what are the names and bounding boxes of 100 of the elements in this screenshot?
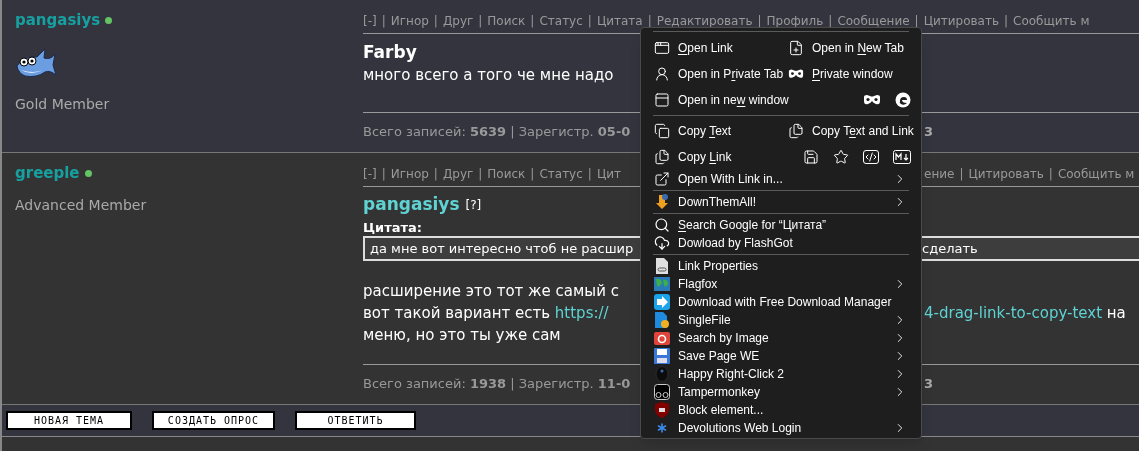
action-link[interactable]: Профиль [766, 13, 824, 28]
menu-item[interactable]: Search by Image [641, 329, 921, 347]
camera-icon [654, 330, 670, 346]
username[interactable]: greeple [15, 161, 80, 185]
download-icon [654, 294, 670, 310]
menu-item[interactable]: Devolutions Web Login [641, 419, 921, 437]
link-separator: | [828, 13, 833, 28]
post-text: 4-drag-link-to-copy-text на [924, 303, 1126, 322]
code-icon[interactable] [863, 150, 879, 164]
action-link[interactable]: ение [924, 166, 955, 181]
arrow-icon [654, 194, 670, 210]
menu-item[interactable]: Open in Private Tab [654, 63, 788, 85]
quote-label: Цитата: [363, 220, 422, 235]
new-tab-icon [788, 40, 804, 56]
link-separator: | [530, 166, 535, 181]
action-link[interactable]: [-] [363, 166, 377, 181]
action-link[interactable]: Сообщение [837, 13, 910, 28]
mask-icon [788, 69, 804, 79]
menu-item[interactable]: SingleFile [641, 311, 921, 329]
link-separator: | [433, 13, 438, 28]
action-link[interactable]: Цитировать [923, 13, 999, 28]
link-separator: | [1048, 166, 1053, 181]
copy-link-icon [788, 123, 804, 139]
menu-item[interactable]: Link Properties [641, 257, 921, 275]
menu-item[interactable]: Flagfox [641, 275, 921, 293]
link-separator: | [587, 13, 592, 28]
menu-item[interactable]: Save Page WE [641, 347, 921, 365]
link-separator: | [381, 13, 386, 28]
link-separator: | [530, 13, 535, 28]
post-link[interactable]: 4-drag-link-to-copy-text [924, 303, 1103, 322]
action-link[interactable]: Цитировать [968, 166, 1044, 181]
post-stats: 3 [924, 374, 934, 393]
link-separator: | [914, 13, 919, 28]
menu-item[interactable]: Open Link [654, 37, 788, 59]
link-separator: | [757, 13, 762, 28]
menu-item[interactable]: Open With Link in... [641, 170, 921, 188]
action-link[interactable]: Цитата [596, 13, 643, 28]
action-link[interactable]: Поиск [487, 13, 526, 28]
forum-button[interactable]: СОЗДАТЬ ОПРОС [152, 411, 275, 430]
shield-icon [654, 402, 670, 418]
link-separator: | [381, 166, 386, 181]
action-link[interactable]: Статус [539, 166, 583, 181]
action-link[interactable]: Редактировать [656, 13, 753, 28]
quote-marker[interactable]: [?] [465, 196, 482, 214]
member-rank: Advanced Member [15, 196, 148, 215]
post-title: Farby [363, 42, 417, 63]
menu-item[interactable]: Open in New Tab [788, 37, 904, 59]
search-icon [654, 217, 670, 233]
link-separator: | [478, 13, 483, 28]
action-link[interactable]: Друг [442, 13, 474, 28]
action-link[interactable]: Поиск [487, 166, 526, 181]
action-link[interactable]: Сообщить м [1057, 166, 1135, 181]
forum-button[interactable]: ОТВЕТИТЬ [295, 411, 416, 430]
action-link[interactable]: Сообщить м [1013, 13, 1090, 28]
user-icon [654, 66, 670, 82]
menu-item[interactable]: Copy Text [654, 120, 788, 142]
action-link[interactable]: Цит [596, 166, 621, 181]
quote-text: да мне вот интересно чтоб не расшир [370, 240, 634, 256]
post-stats: Всего записей: 1938 | Зарегистр. 11-0 [363, 375, 631, 391]
post-stats: 3 [924, 122, 934, 141]
menu-item[interactable]: Search Google for “Цитата” [641, 216, 921, 234]
copy-link-icon [654, 149, 670, 165]
quote-author[interactable]: pangasiys [363, 192, 460, 218]
action-link[interactable]: Игнор [390, 166, 429, 181]
external-link-icon [654, 171, 670, 187]
post-text: много всего а того че мне надо [363, 65, 614, 84]
menu-item[interactable]: Copy Text and Link [788, 120, 914, 142]
menu-item[interactable]: Block element... [641, 401, 921, 419]
link-separator: | [959, 166, 964, 181]
cloud-download-icon [654, 235, 670, 251]
copy-icon [654, 123, 670, 139]
username[interactable]: pangasiys [15, 8, 101, 32]
map-icon [654, 276, 670, 292]
menu-item[interactable]: Happy Right-Click 2 [641, 365, 921, 383]
window-link-icon [654, 40, 670, 56]
quote-text: сделать [922, 239, 978, 258]
menu-item[interactable]: Private window [788, 63, 893, 85]
mask-icon[interactable] [863, 95, 881, 105]
post-link[interactable]: https:// [554, 303, 609, 322]
link-separator: | [478, 166, 483, 181]
action-link[interactable]: Игнор [390, 13, 429, 28]
menu-item[interactable]: Copy Link [654, 146, 732, 168]
link-separator: | [433, 166, 438, 181]
browser-icon[interactable] [895, 92, 911, 108]
menu-item[interactable]: Tampermonkey [641, 383, 921, 401]
action-link[interactable]: [-] [363, 13, 377, 28]
menu-item[interactable]: DownThemAll! [641, 193, 921, 211]
link-separator: | [587, 166, 592, 181]
window-icon [654, 92, 670, 108]
post-stats: Всего записей: 5639 | Зарегистр. 05-0 [363, 123, 631, 139]
document-link-icon [654, 258, 670, 274]
post-text: вот такой вариант есть https:// [363, 303, 609, 322]
menu-item[interactable]: Download with Free Download Manager [641, 293, 921, 311]
menu-item[interactable]: Dowload by FlashGot [641, 234, 921, 252]
action-link[interactable]: Статус [539, 13, 583, 28]
action-link[interactable]: Друг [442, 166, 474, 181]
save-icon[interactable] [803, 149, 819, 165]
markdown-icon[interactable] [893, 150, 911, 164]
menu-item[interactable]: Open in new window [654, 89, 789, 111]
forum-button[interactable]: НОВАЯ ТЕМА [6, 411, 132, 430]
